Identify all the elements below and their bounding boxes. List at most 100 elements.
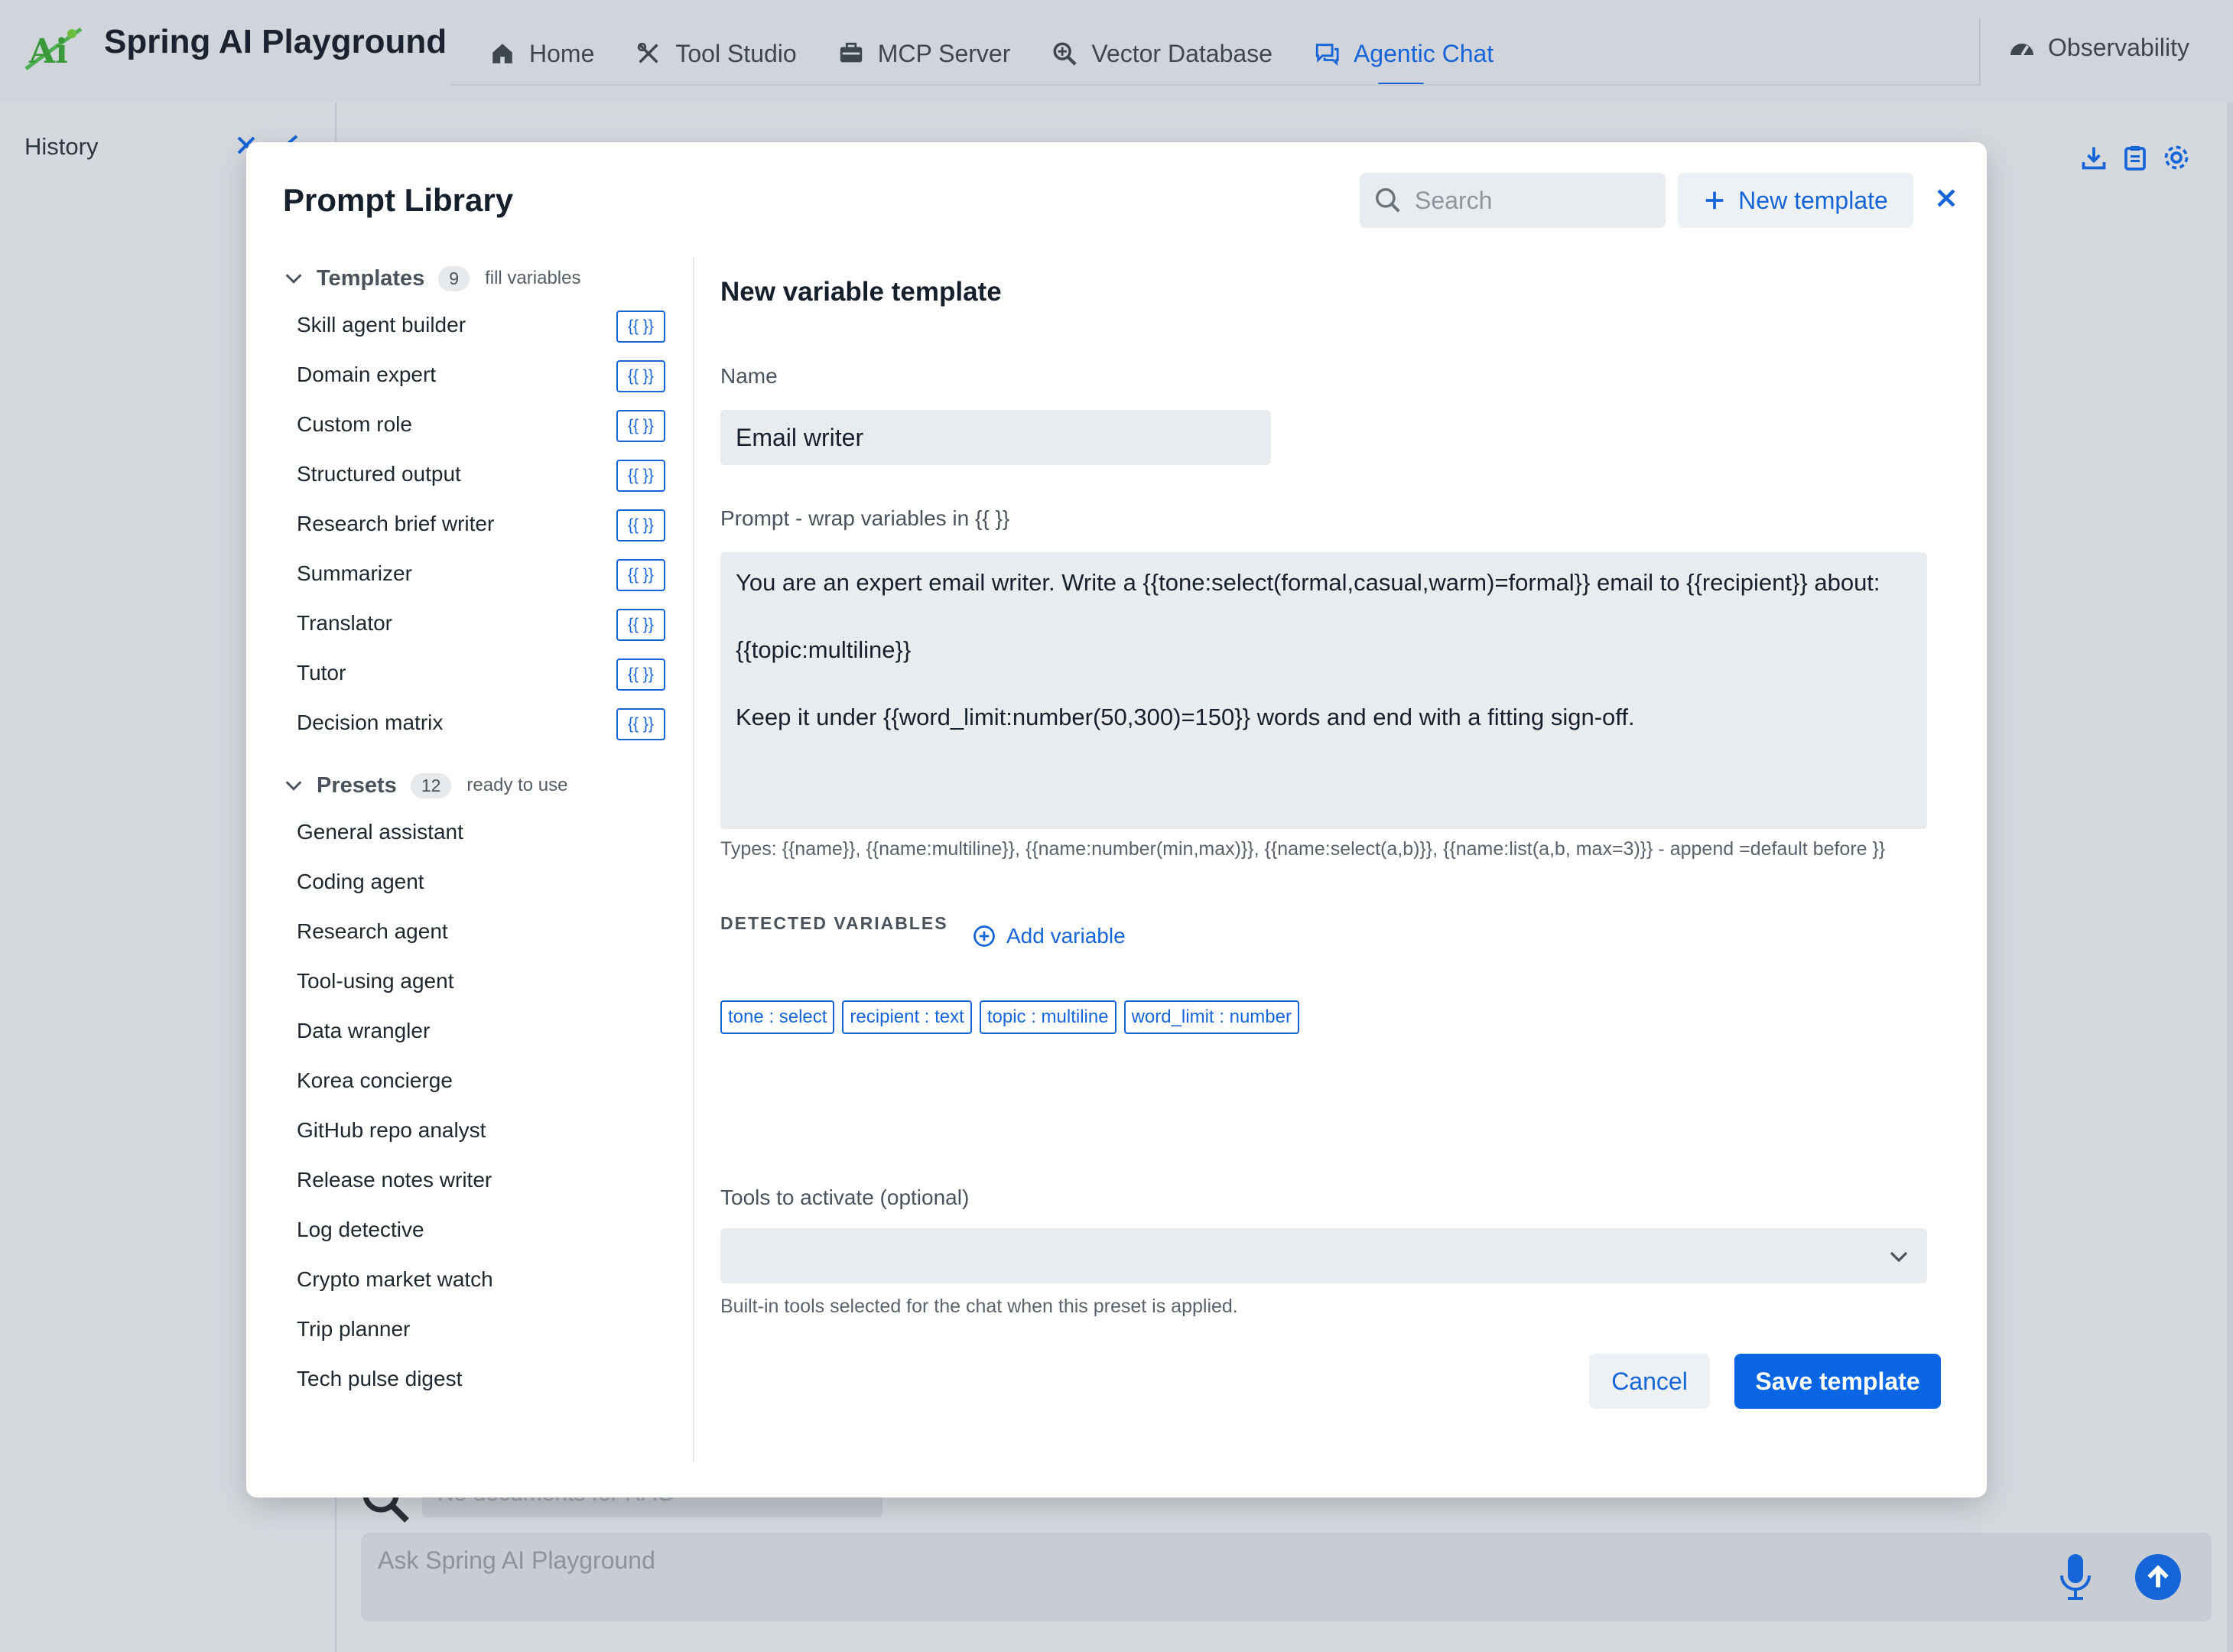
cancel-button[interactable]: Cancel (1589, 1354, 1710, 1409)
preset-item-label: Korea concierge (297, 1068, 453, 1092)
search-input[interactable] (1415, 186, 1659, 215)
name-field[interactable]: Email writer (720, 410, 1271, 465)
tools-icon (638, 42, 658, 63)
search-field[interactable] (1360, 173, 1666, 228)
tools-select[interactable] (720, 1228, 1927, 1283)
template-item[interactable]: Skill agent builder {{ }} (283, 300, 665, 350)
server-icon (840, 42, 862, 63)
download-icon[interactable] (2080, 144, 2108, 171)
presets-list: General assistant Coding agent Research ag… (283, 807, 711, 1403)
variables-badge: {{ }} (616, 410, 665, 442)
preset-item[interactable]: Crypto market watch (283, 1254, 665, 1304)
preset-item[interactable]: Tech pulse digest (283, 1354, 665, 1403)
gear-icon[interactable] (2163, 144, 2190, 171)
nav-vector-database[interactable]: Vector Database (1051, 34, 1273, 73)
add-variable-button[interactable]: Add variable (973, 924, 1126, 948)
template-item-label: Research brief writer (297, 511, 495, 535)
preset-item-label: Trip planner (297, 1316, 411, 1341)
presets-title: Presets (317, 772, 397, 798)
templates-count: 9 (438, 265, 470, 291)
preset-item-label: Coding agent (297, 869, 424, 893)
close-icon[interactable] (1933, 185, 1959, 211)
variable-chip[interactable]: topic : multiline (979, 1000, 1116, 1034)
template-item[interactable]: Decision matrix {{ }} (283, 698, 665, 747)
chevron-down-icon (285, 781, 302, 791)
app-title: Spring AI Playground (104, 23, 447, 60)
variable-chip[interactable]: recipient : text (842, 1000, 972, 1034)
templates-title: Templates (317, 265, 425, 291)
template-item-label: Skill agent builder (297, 312, 466, 337)
presets-section-header[interactable]: Presets 12 ready to use (283, 764, 711, 807)
template-item[interactable]: Summarizer {{ }} (283, 548, 665, 598)
dialog-title: Prompt Library (283, 182, 514, 218)
preset-item-label: Crypto market watch (297, 1267, 493, 1291)
nav-tool-studio-label: Tool Studio (675, 39, 797, 67)
chat-input[interactable]: Ask Spring AI Playground (361, 1533, 2212, 1621)
template-item[interactable]: Domain expert {{ }} (283, 350, 665, 399)
search-database-icon (1053, 42, 1077, 66)
preset-item[interactable]: Trip planner (283, 1304, 665, 1354)
nav-observability[interactable]: Observability (2008, 34, 2189, 62)
template-item[interactable]: Tutor {{ }} (283, 648, 665, 698)
variables-badge: {{ }} (616, 509, 665, 541)
new-template-button[interactable]: New template (1678, 173, 1913, 228)
variables-badge: {{ }} (616, 360, 665, 392)
add-variable-label: Add variable (1006, 924, 1126, 948)
template-item[interactable]: Custom role {{ }} (283, 399, 665, 449)
preset-item[interactable]: Research agent (283, 906, 665, 956)
preset-item[interactable]: Log detective (283, 1205, 665, 1254)
name-label: Name (720, 364, 778, 388)
nav-mcp-server[interactable]: MCP Server (838, 34, 1010, 73)
variable-chip[interactable]: tone : select (720, 1000, 835, 1034)
search-icon (1376, 188, 1400, 213)
variables-badge: {{ }} (616, 708, 665, 740)
send-button[interactable] (2135, 1554, 2181, 1600)
tools-label: Tools to activate (optional) (720, 1185, 970, 1209)
nav-tool-studio[interactable]: Tool Studio (635, 34, 797, 73)
template-item-label: Tutor (297, 660, 346, 685)
nav-home[interactable]: Home (489, 34, 594, 73)
spring-ai-logo: Ai (24, 27, 83, 71)
preset-item-label: Tool-using agent (297, 968, 454, 993)
chevron-down-icon (285, 274, 302, 284)
preset-item[interactable]: Coding agent (283, 857, 665, 906)
top-bar: Ai Spring AI Playground Home Tool Studio… (0, 0, 2233, 102)
preset-item[interactable]: Release notes writer (283, 1155, 665, 1205)
preset-item[interactable]: GitHub repo analyst (283, 1105, 665, 1155)
preset-item[interactable]: General assistant (283, 807, 665, 857)
templates-section-header[interactable]: Templates 9 fill variables (283, 257, 711, 300)
preset-item[interactable]: Tool-using agent (283, 956, 665, 1006)
types-hint: Types: {{name}}, {{name:multiline}}, {{n… (720, 838, 1886, 860)
microphone-icon[interactable] (2059, 1553, 2092, 1602)
preset-item-label: Data wrangler (297, 1018, 431, 1042)
plus-circle-icon (973, 925, 995, 947)
preset-item[interactable]: Korea concierge (283, 1055, 665, 1105)
template-item[interactable]: Research brief writer {{ }} (283, 499, 665, 548)
history-label: History (24, 133, 99, 160)
templates-list: Skill agent builder {{ }} Domain expert {{ … (283, 300, 711, 747)
variables-badge: {{ }} (616, 460, 665, 492)
presets-count: 12 (410, 772, 452, 798)
preset-item-label: General assistant (297, 819, 463, 844)
template-item-label: Domain expert (297, 362, 437, 386)
preset-item[interactable]: Data wrangler (283, 1006, 665, 1055)
templates-hint: fill variables (485, 268, 581, 288)
variables-badge: {{ }} (616, 559, 665, 591)
clipboard-icon[interactable] (2121, 144, 2149, 171)
save-template-button[interactable]: Save template (1734, 1354, 1941, 1409)
nav-agentic-chat-label: Agentic Chat (1353, 39, 1494, 67)
arrow-up-icon (2147, 1565, 2169, 1588)
gauge-icon (2010, 43, 2033, 56)
template-item-label: Custom role (297, 411, 412, 436)
nav-agentic-chat[interactable]: Agentic Chat (1314, 34, 1494, 86)
form-title: New variable template (720, 277, 1002, 307)
prompt-textarea[interactable]: You are an expert email writer. Write a … (720, 552, 1927, 829)
nav-home-label: Home (529, 39, 595, 67)
column-divider (693, 257, 694, 1462)
variable-chip[interactable]: word_limit : number (1123, 1000, 1299, 1034)
template-item[interactable]: Translator {{ }} (283, 598, 665, 648)
template-item[interactable]: Structured output {{ }} (283, 449, 665, 499)
preset-item-label: Log detective (297, 1217, 424, 1241)
nav-divider (451, 84, 1981, 86)
library-list: Templates 9 fill variables Skill agent b… (283, 257, 711, 1403)
